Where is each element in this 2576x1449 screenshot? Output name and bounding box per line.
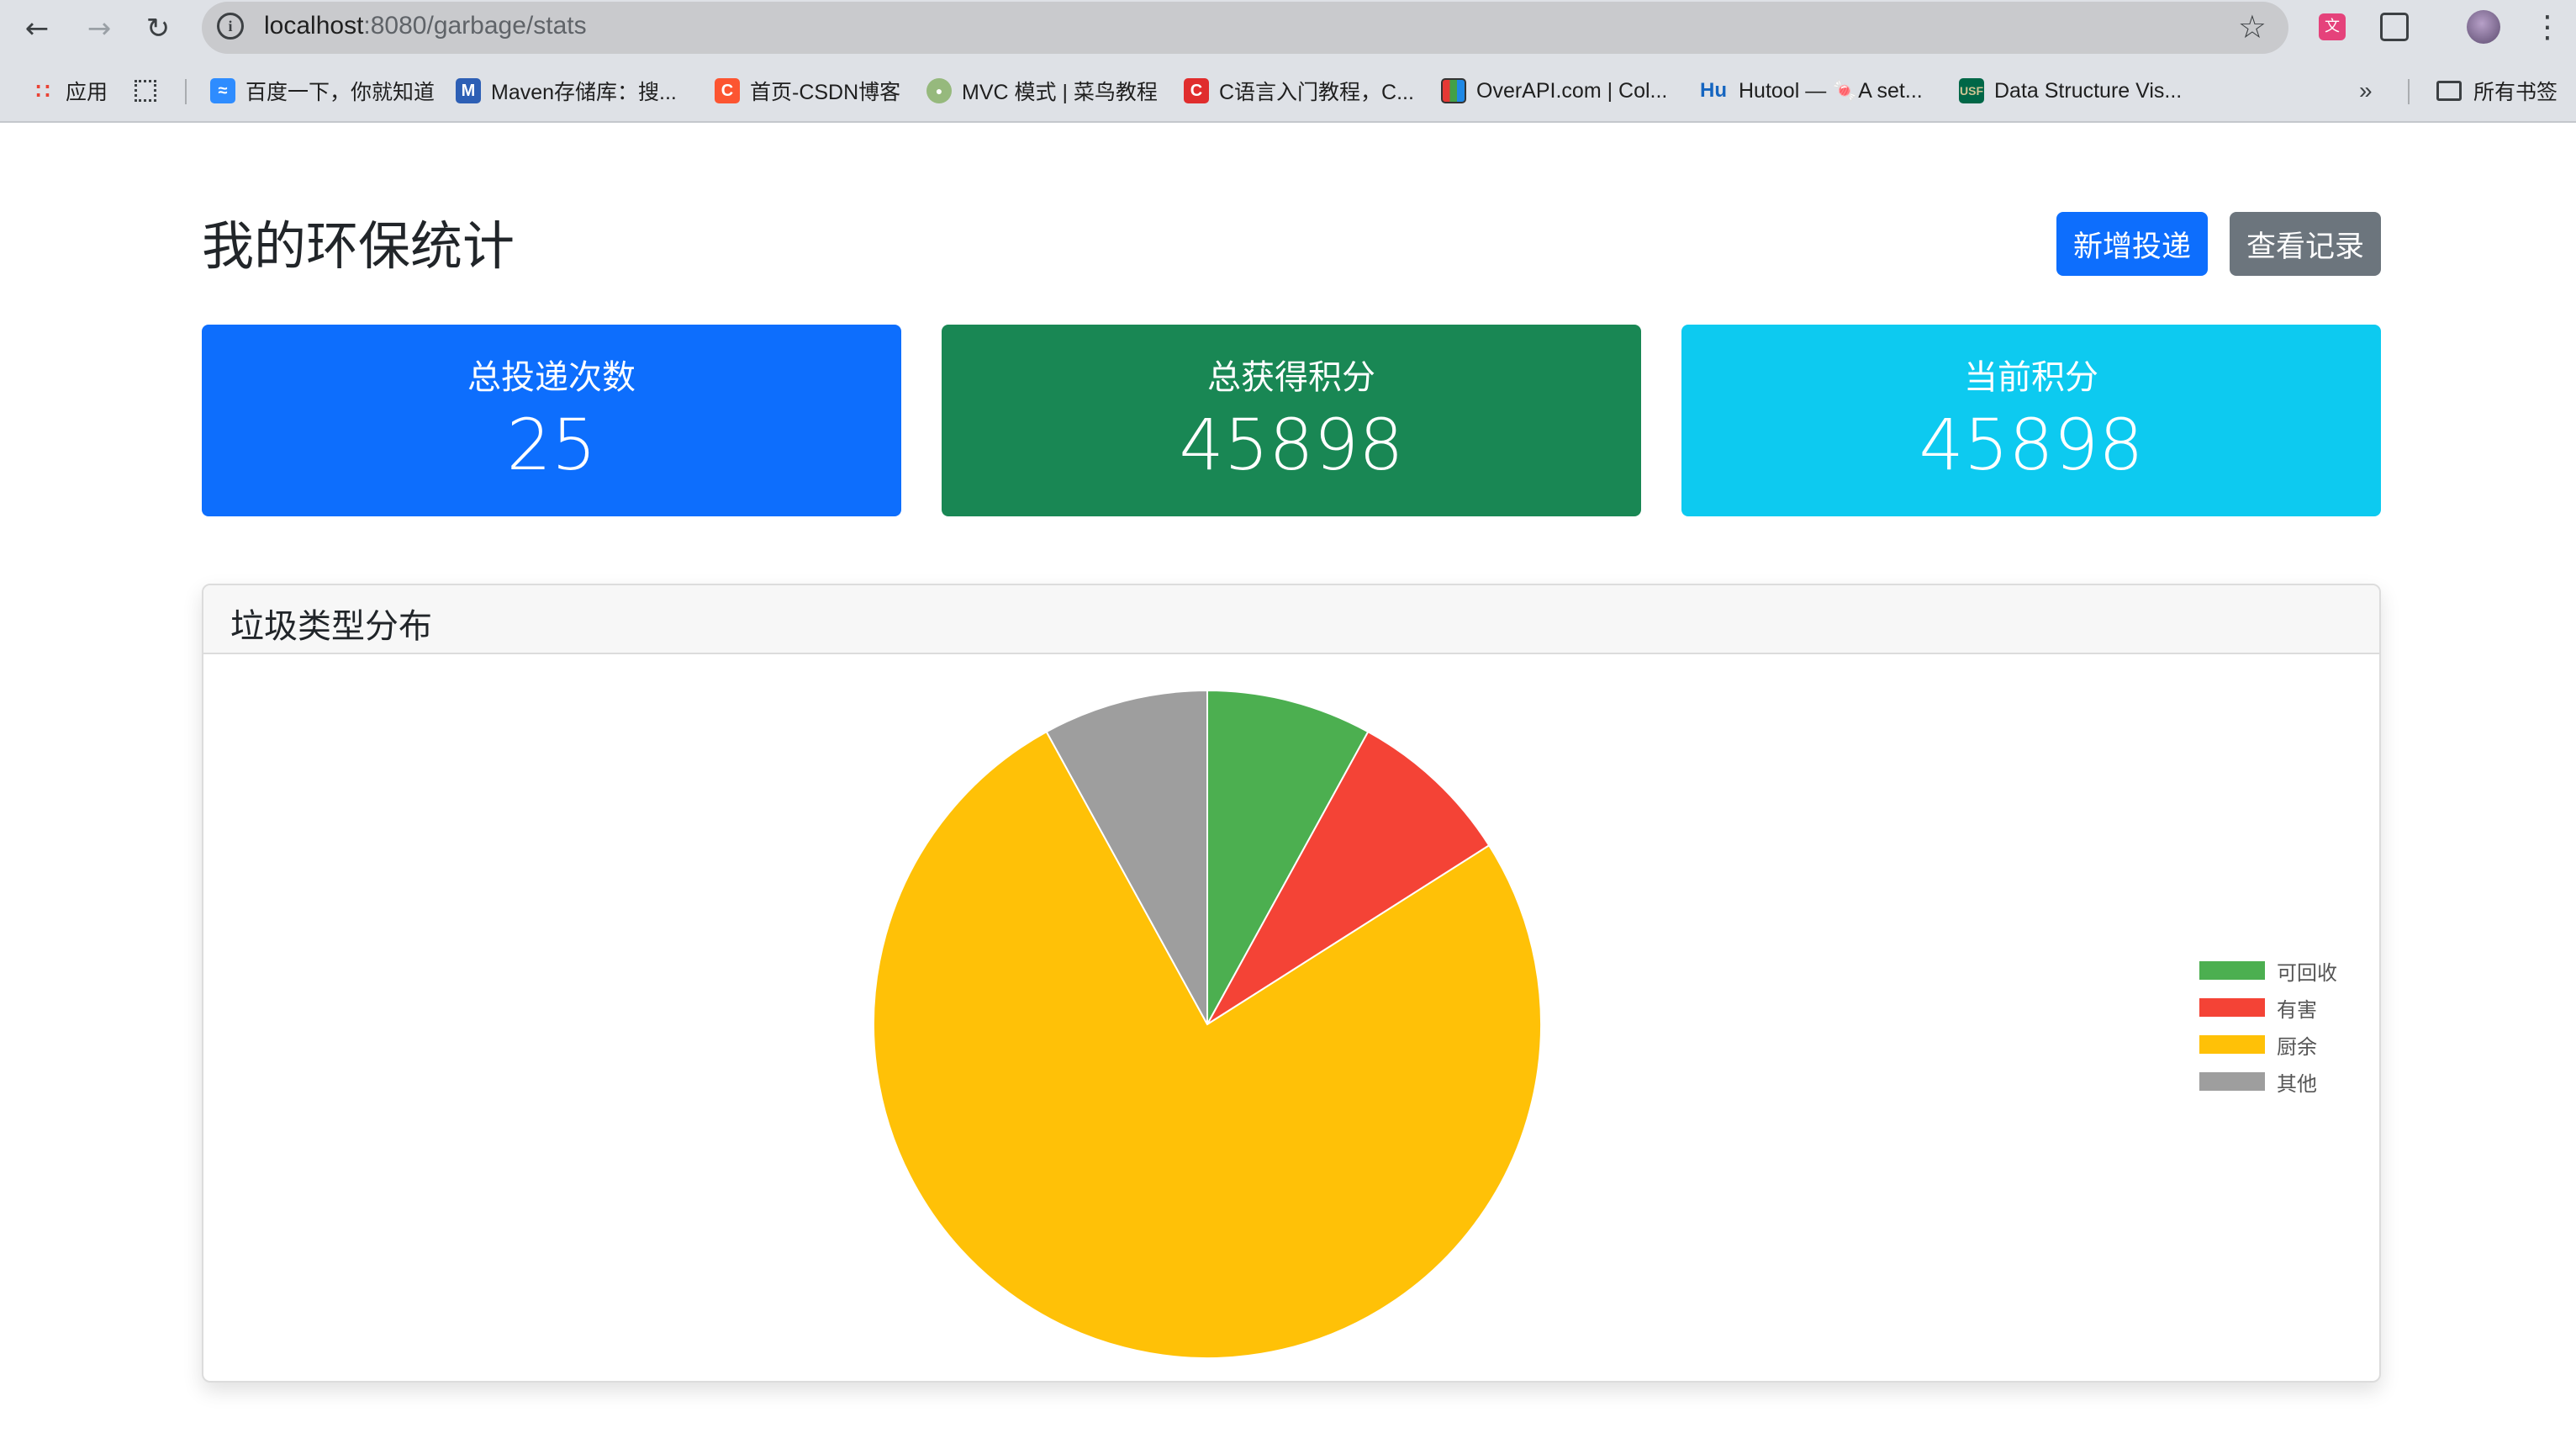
hutool-icon: Hu xyxy=(1700,79,1727,102)
translate-extension-button[interactable]: 文 xyxy=(2315,8,2349,45)
garbage-pie-chart xyxy=(873,689,1542,1359)
panel-header: 垃圾类型分布 xyxy=(203,585,2379,654)
all-bookmarks-button[interactable]: 所有书签 xyxy=(2436,74,2558,108)
stat-value: 25 xyxy=(506,404,597,486)
c-lang-icon: C xyxy=(1184,78,1209,103)
url-host: localhost xyxy=(264,12,364,40)
legend-label: 可回收 xyxy=(2277,960,2337,985)
bookmark-star-icon[interactable]: ☆ xyxy=(2238,8,2267,45)
legend-item-0[interactable]: 可回收 xyxy=(2199,952,2337,989)
baidu-icon: ≈ xyxy=(210,78,235,103)
double-chevron-right-icon: » xyxy=(2359,77,2373,103)
browser-toolbar: ← → ↻ i localhost:8080/garbage/stats ☆ 文… xyxy=(0,0,2576,56)
url-text[interactable]: localhost:8080/garbage/stats xyxy=(264,12,587,40)
legend-item-1[interactable]: 有害 xyxy=(2199,989,2337,1026)
bookmark-maven[interactable]: M Maven存储库：搜... xyxy=(456,74,677,108)
runoob-icon: ● xyxy=(926,78,952,103)
site-info-icon[interactable]: i xyxy=(217,13,244,40)
bookmark-runoob[interactable]: ● MVC 模式 | 菜鸟教程 xyxy=(926,74,1158,108)
profile-button[interactable] xyxy=(2463,8,2504,45)
grid-icon xyxy=(135,80,156,102)
puzzle-icon xyxy=(2380,13,2409,41)
forward-button[interactable]: → xyxy=(79,8,119,49)
apps-grid-icon: ∷ xyxy=(35,77,50,103)
more-bookmarks-button[interactable]: » xyxy=(2359,74,2373,108)
bookmark-separator xyxy=(2408,79,2410,104)
overapi-icon xyxy=(1441,78,1466,103)
maven-icon: M xyxy=(456,78,481,103)
bookmark-label: 应用 xyxy=(66,81,108,104)
stat-label: 总投递次数 xyxy=(467,358,636,397)
new-delivery-button[interactable]: 新增投递 xyxy=(2056,212,2208,276)
legend-item-2[interactable]: 厨余 xyxy=(2199,1026,2337,1063)
bookmark-label: 首页-CSDN博客 xyxy=(750,81,901,104)
bookmark-label: Maven存储库：搜... xyxy=(491,81,677,104)
browser-menu-button[interactable]: ⋮ xyxy=(2531,8,2564,45)
bookmark-label: OverAPI.com | Col... xyxy=(1476,78,1668,103)
legend-swatch xyxy=(2199,1035,2265,1054)
panel-title: 垃圾类型分布 xyxy=(230,607,432,646)
folder-icon xyxy=(2436,81,2462,101)
stat-card-total-points: 总获得积分 45898 xyxy=(942,325,1641,516)
legend-label: 厨余 xyxy=(2277,1034,2317,1059)
bookmark-separator xyxy=(185,79,187,104)
browser-chrome: ← → ↻ i localhost:8080/garbage/stats ☆ 文… xyxy=(0,0,2576,123)
bookmark-label: Hutool — 🍬A set... xyxy=(1739,78,1923,103)
stat-card-total-deliveries: 总投递次数 25 xyxy=(202,325,901,516)
translate-icon: 文 xyxy=(2319,13,2346,40)
url-path: :8080/garbage/stats xyxy=(363,12,587,40)
bookmark-hutool[interactable]: Hu Hutool — 🍬A set... xyxy=(1698,74,1923,108)
legend-label: 其他 xyxy=(2277,1071,2317,1096)
stat-value: 45898 xyxy=(1919,404,2144,486)
bookmark-c-lang[interactable]: C C语言入门教程，C... xyxy=(1184,74,1414,108)
bookmark-apps[interactable]: ∷ 应用 xyxy=(30,74,108,108)
bookmark-label: 百度一下，你就知道 xyxy=(245,81,435,104)
view-records-button[interactable]: 查看记录 xyxy=(2230,212,2381,276)
stat-value: 45898 xyxy=(1179,404,1404,486)
legend-label: 有害 xyxy=(2277,997,2317,1022)
csdn-icon: C xyxy=(715,78,740,103)
bookmark-csdn[interactable]: C 首页-CSDN博客 xyxy=(715,74,900,108)
all-bookmarks-label: 所有书签 xyxy=(2473,81,2558,104)
bookmark-label: MVC 模式 | 菜鸟教程 xyxy=(962,81,1158,104)
stat-card-current-points: 当前积分 45898 xyxy=(1681,325,2381,516)
legend-swatch xyxy=(2199,1072,2265,1091)
legend-item-3[interactable]: 其他 xyxy=(2199,1063,2337,1100)
extensions-button[interactable] xyxy=(2376,8,2413,45)
stat-label: 当前积分 xyxy=(1964,358,2098,397)
reload-button[interactable]: ↻ xyxy=(138,8,178,49)
legend-swatch xyxy=(2199,961,2265,980)
back-button[interactable]: ← xyxy=(17,8,57,49)
page-title: 我的环保统计 xyxy=(202,215,515,277)
garbage-type-panel: 垃圾类型分布 可回收有害厨余其他 xyxy=(202,584,2381,1383)
legend-swatch xyxy=(2199,998,2265,1017)
bookmark-overapi[interactable]: OverAPI.com | Col... xyxy=(1441,74,1667,108)
avatar xyxy=(2467,10,2500,44)
kebab-menu-icon: ⋮ xyxy=(2532,9,2563,45)
stat-label: 总获得积分 xyxy=(1207,358,1375,397)
chart-legend: 可回收 有害 厨余 其他 xyxy=(2199,952,2337,1100)
tab-groups-button[interactable] xyxy=(135,74,156,108)
arrow-left-icon: ← xyxy=(24,12,50,45)
usf-icon: USF xyxy=(1959,78,1984,103)
bookmark-label: Data Structure Vis... xyxy=(1994,78,2183,103)
bookmark-baidu[interactable]: ≈ 百度一下，你就知道 xyxy=(210,74,435,108)
reload-icon: ↻ xyxy=(145,12,171,45)
bookmarks-bar: ∷ 应用 ≈ 百度一下，你就知道 M Maven存储库：搜... C 首页-CS… xyxy=(0,67,2576,114)
address-bar[interactable]: i localhost:8080/garbage/stats ☆ xyxy=(202,2,2288,54)
arrow-right-icon: → xyxy=(87,12,112,45)
bookmark-label: C语言入门教程，C... xyxy=(1219,81,1414,104)
bookmark-data-structure[interactable]: USF Data Structure Vis... xyxy=(1959,74,2182,108)
